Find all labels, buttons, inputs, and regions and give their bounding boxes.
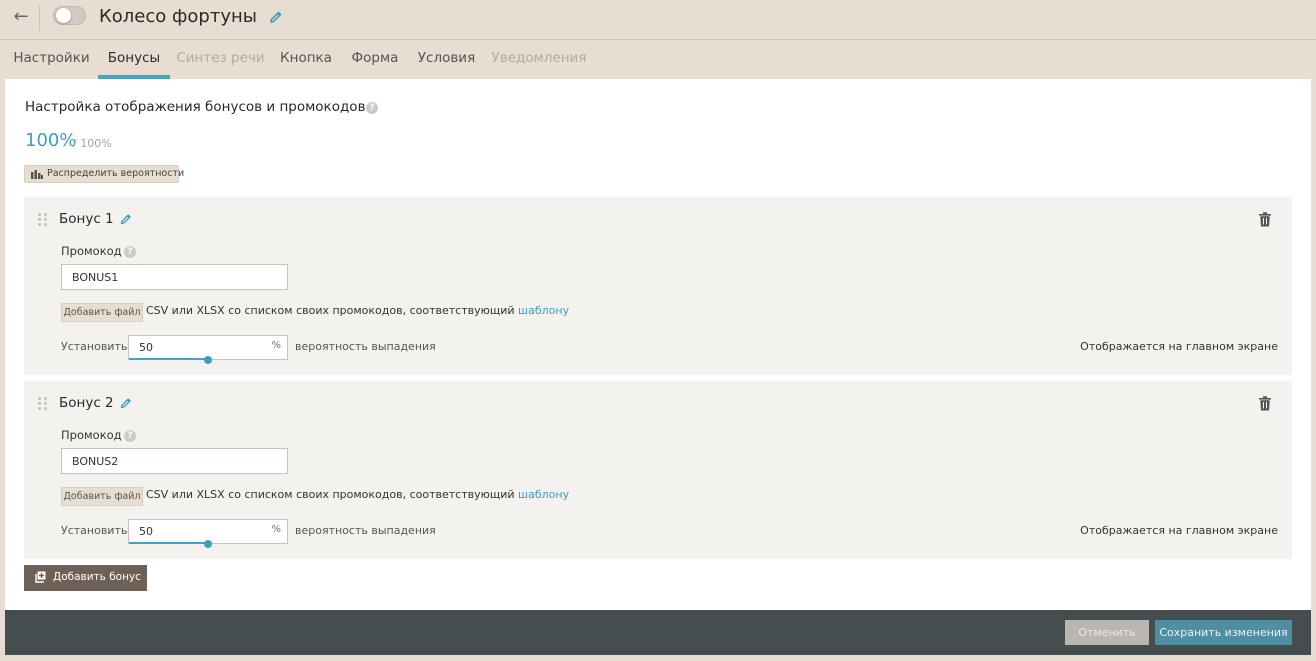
set-label: Установить — [61, 524, 128, 537]
percent-unit: % — [271, 524, 281, 535]
file-hint-text: CSV или XLSX со списком своих промокодов… — [146, 488, 515, 501]
template-link[interactable]: шаблону — [518, 304, 569, 317]
help-icon[interactable]: ? — [124, 430, 136, 442]
probability-slider-thumb[interactable] — [204, 356, 212, 364]
add-file-button[interactable]: Добавить файл — [61, 487, 143, 506]
toggle-knob — [56, 8, 71, 23]
add-file-button[interactable]: Добавить файл — [61, 303, 143, 322]
probability-input[interactable] — [129, 336, 269, 359]
promo-code-input[interactable] — [61, 448, 288, 474]
tab-notifications: Уведомления — [491, 50, 587, 66]
bonus-name: Бонус 2 — [59, 395, 114, 411]
probability-total: / 100% — [73, 137, 112, 150]
header-divider — [39, 5, 40, 31]
percent-unit: % — [271, 340, 281, 351]
tab-bonuses[interactable]: Бонусы — [98, 41, 170, 79]
drag-handle-icon[interactable] — [38, 213, 48, 227]
help-icon[interactable]: ? — [366, 102, 378, 114]
promo-label: Промокод — [61, 428, 122, 442]
pencil-icon[interactable] — [119, 212, 133, 226]
promo-code-input[interactable] — [61, 264, 288, 290]
bar-chart-icon — [31, 170, 43, 179]
trash-icon[interactable] — [1258, 396, 1272, 411]
enable-toggle[interactable] — [53, 6, 86, 25]
distribute-label: Распределить вероятности — [47, 168, 185, 179]
bonus-card: Бонус 2 Промокод ? Добавить файл CSV или… — [24, 381, 1292, 559]
main-panel: Настройка отображения бонусов и промокод… — [5, 79, 1311, 610]
probability-suffix: вероятность выпадения — [295, 340, 436, 353]
distribute-probabilities-button[interactable]: Распределить вероятности — [24, 165, 184, 183]
add-square-icon — [35, 571, 46, 583]
tab-conditions[interactable]: Условия — [409, 41, 484, 79]
add-bonus-label: Добавить бонус — [53, 571, 141, 583]
drag-handle-icon[interactable] — [38, 397, 48, 411]
tab-button[interactable]: Кнопка — [271, 41, 341, 79]
set-label: Установить — [61, 340, 128, 353]
display-status: Отображается на главном экране — [1080, 340, 1278, 353]
probability-slider-track — [129, 358, 208, 360]
save-button[interactable]: Сохранить изменения — [1155, 620, 1292, 645]
section-title: Настройка отображения бонусов и промокод… — [25, 99, 366, 115]
add-bonus-button[interactable]: Добавить бонус — [24, 565, 147, 591]
tab-settings[interactable]: Настройки — [5, 41, 98, 79]
probability-suffix: вероятность выпадения — [295, 524, 436, 537]
display-status: Отображается на главном экране — [1080, 524, 1278, 537]
probability-slider-thumb[interactable] — [204, 540, 212, 548]
help-icon[interactable]: ? — [124, 246, 136, 258]
footer-bar: Отменить Сохранить изменения — [5, 610, 1311, 655]
pencil-icon[interactable] — [268, 9, 284, 25]
file-hint: CSV или XLSX со списком своих промокодов… — [146, 488, 569, 501]
probability-slider-track — [129, 542, 208, 544]
page-title: Колесо фортуны — [99, 6, 257, 27]
template-link[interactable]: шаблону — [518, 488, 569, 501]
file-hint: CSV или XLSX со списком своих промокодов… — [146, 304, 569, 317]
bonus-card: Бонус 1 Промокод ? Добавить файл CSV или… — [24, 197, 1292, 375]
probability-field: % — [128, 335, 288, 364]
back-button[interactable]: ← — [8, 6, 34, 30]
file-hint-text: CSV или XLSX со списком своих промокодов… — [146, 304, 515, 317]
cancel-button[interactable]: Отменить — [1065, 620, 1149, 645]
bonus-name: Бонус 1 — [59, 211, 114, 227]
top-bar: ← Колесо фортуны — [0, 0, 1316, 40]
promo-label: Промокод — [61, 244, 122, 258]
tab-speech-synthesis: Синтез речи — [176, 50, 265, 66]
trash-icon[interactable] — [1258, 212, 1272, 227]
probability-input[interactable] — [129, 520, 269, 543]
tab-form[interactable]: Форма — [341, 41, 409, 79]
probability-field: % — [128, 519, 288, 548]
pencil-icon[interactable] — [119, 396, 133, 410]
probability-sum: 100% — [25, 130, 77, 151]
